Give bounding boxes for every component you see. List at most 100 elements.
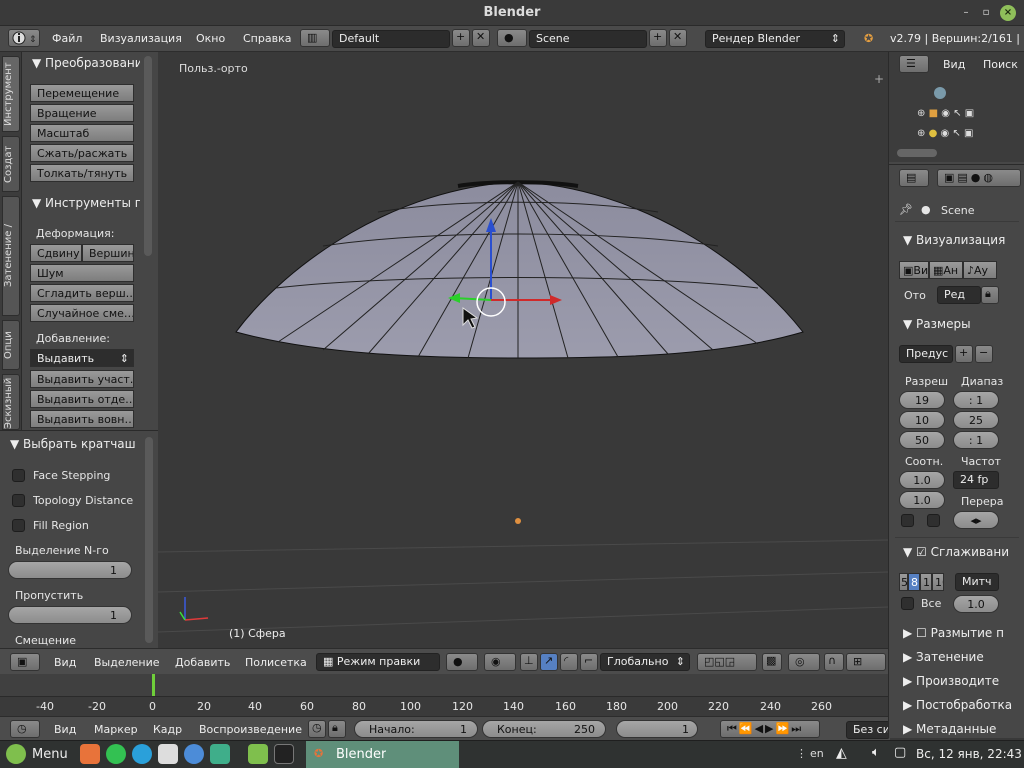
outliner-row-lamp[interactable]: ⊕ ● ◉ ↖ ▣ <box>917 128 1017 142</box>
translate-button[interactable]: Перемещение <box>30 84 134 102</box>
outliner-row-camera[interactable]: ⊕ ■ ◉ ↖ ▣ <box>917 108 1017 122</box>
extrude-region-button[interactable]: Выдавить участ… <box>30 370 134 388</box>
dome-mesh[interactable] <box>235 180 804 359</box>
filter-size-field[interactable]: 1.0 <box>953 595 999 613</box>
proportional-edit-select[interactable]: ◎ <box>788 653 820 671</box>
render-image-button[interactable]: ▣Ви <box>899 261 929 279</box>
aa-samples-11[interactable]: 11 <box>920 573 932 591</box>
notification-icon[interactable]: ▢ <box>894 745 906 760</box>
minimize-button[interactable]: – <box>958 5 974 21</box>
operator-scrollbar[interactable] <box>145 437 153 643</box>
menu-frame[interactable]: Кадр <box>153 723 182 736</box>
topology-distance-checkbox[interactable] <box>12 494 25 507</box>
outliner-menu-view[interactable]: Вид <box>943 58 965 71</box>
antialiasing-panel-header[interactable]: ▼ ☑ Сглаживани <box>903 545 1021 559</box>
extrude-individual-button[interactable]: Выдавить отде… <box>30 390 134 408</box>
taskbar-app-blender[interactable]: ✪ Blender <box>306 741 459 768</box>
smooth-vertex-button[interactable]: Сгладить верш… <box>30 284 134 302</box>
mint-logo-icon[interactable] <box>6 744 26 764</box>
randomize-button[interactable]: Случайное сме… <box>30 304 134 322</box>
aa-filter-select[interactable]: Митч <box>955 573 999 591</box>
outliner-menu-search[interactable]: Поиск <box>983 58 1018 71</box>
aspect-x-field[interactable]: 1.0 <box>899 471 945 489</box>
aspect-y-field[interactable]: 1.0 <box>899 491 945 509</box>
noise-button[interactable]: Шум <box>30 264 134 282</box>
dimensions-panel-header[interactable]: ▼ Размеры <box>903 317 1021 331</box>
menu-add[interactable]: Добавить <box>175 656 230 669</box>
files-manager-icon[interactable] <box>210 744 230 764</box>
info-editor-type[interactable]: ⇕ <box>8 29 40 47</box>
render-engine-select[interactable]: Рендер Blender ⇕ <box>705 30 845 48</box>
keyboard-layout[interactable]: en <box>810 747 824 760</box>
snap-element-select[interactable]: ⊞ <box>846 653 886 671</box>
lock-range-button[interactable]: 🔒︎ <box>328 720 346 738</box>
nth-selection-field[interactable]: 1 <box>8 561 132 579</box>
motion-blur-checkbox-icon[interactable]: ☐ <box>916 626 931 640</box>
scene-type-button[interactable]: ● <box>497 29 527 47</box>
motion-blur-panel-header[interactable]: ▶ ☐ Размытие п <box>903 626 1021 640</box>
full-sample-checkbox[interactable] <box>901 597 914 610</box>
outliner-scrollbar[interactable] <box>897 149 937 157</box>
editor-type-button[interactable]: ▣ <box>10 653 40 671</box>
menu-button-label[interactable]: Menu <box>32 747 68 762</box>
time-remap-field[interactable]: ◂▸ <box>953 511 999 529</box>
select-mode-buttons[interactable]: ◰◱◲ <box>697 653 757 671</box>
blender-launcher-icon[interactable] <box>80 744 100 764</box>
manipulator-toggle[interactable]: ⊥ <box>520 653 538 671</box>
display-select[interactable]: Ред <box>937 286 981 304</box>
current-frame-field[interactable]: 1 <box>616 720 698 738</box>
aa-samples-16[interactable]: 16 <box>932 573 944 591</box>
telegram-icon[interactable] <box>132 744 152 764</box>
tab-grease-pencil[interactable]: Эскизный каранд <box>2 374 20 430</box>
add-preset-button[interactable]: + <box>955 345 973 363</box>
tool-shelf-scrollbar[interactable] <box>144 56 152 256</box>
orientation-select[interactable]: Глобально ⇕ <box>600 653 690 671</box>
render-animation-button[interactable]: ▦Ан <box>929 261 963 279</box>
pin-icon[interactable]: 📌︎ <box>899 203 913 216</box>
face-stepping-checkbox[interactable] <box>12 469 25 482</box>
frame-end-field[interactable]: 25 <box>953 411 999 429</box>
vertex-slide-button[interactable]: Вершин <box>82 244 134 262</box>
properties-editor-type[interactable]: ▤ <box>899 169 929 187</box>
rotate-button[interactable]: Вращение <box>30 104 134 122</box>
unity-tray-icon[interactable]: ◭ <box>836 745 847 761</box>
layout-name-field[interactable]: Default <box>332 30 450 48</box>
snap-toggle[interactable]: ∩ <box>824 653 844 671</box>
crop-checkbox[interactable] <box>927 514 940 527</box>
transform-panel-header[interactable]: ▼ Преобразовани <box>32 56 140 70</box>
aa-samples-5[interactable]: 5 <box>899 573 908 591</box>
volume-icon[interactable]: 🔈︎ <box>872 745 880 760</box>
shrink-fatten-button[interactable]: Сжать/расжать <box>30 144 134 162</box>
maximize-button[interactable]: ▫ <box>978 5 994 21</box>
properties-context-tabs[interactable]: ▣▤●◍ <box>937 169 1021 187</box>
timeline-area[interactable]: -40 -20 0 20 40 60 80 100 120 140 160 18… <box>0 674 890 716</box>
shading-panel-header[interactable]: ▶ Затенение <box>903 650 1021 664</box>
remove-layout-button[interactable]: ✕ <box>472 29 490 47</box>
antialiasing-checkbox-icon[interactable]: ☑ <box>916 545 931 559</box>
remove-preset-button[interactable]: − <box>975 345 993 363</box>
playback-controls[interactable]: ⏮⏪◀▶⏩⏭ <box>720 720 820 738</box>
close-button[interactable]: × <box>1000 5 1016 21</box>
mode-select[interactable]: ▦ Режим правки <box>316 653 440 671</box>
rotate-manipulator-button[interactable]: ◜ <box>560 653 578 671</box>
metadata-panel-header[interactable]: ▶ Метаданные <box>903 722 1021 736</box>
resolution-percent-field[interactable]: 50 <box>899 431 945 449</box>
pivot-select[interactable]: ◉ <box>484 653 516 671</box>
menu-playback[interactable]: Воспроизведение <box>199 723 302 736</box>
postprocessing-panel-header[interactable]: ▶ Постобработка <box>903 698 1021 712</box>
menu-view[interactable]: Вид <box>54 723 76 736</box>
more-icon[interactable]: ⋮ <box>796 747 807 760</box>
render-preset-select[interactable]: Предус <box>899 345 953 363</box>
render-panel-header[interactable]: ▼ Визуализация <box>903 233 1021 247</box>
menu-file[interactable]: Файл <box>52 32 82 45</box>
aa-samples-8[interactable]: 8 <box>908 573 920 591</box>
tab-shading[interactable]: Затенение / <box>2 196 20 316</box>
frame-end-field[interactable]: Конец: 250 <box>482 720 606 738</box>
clock[interactable]: Вс, 12 янв, 22:43 <box>916 747 1022 761</box>
resolution-y-field[interactable]: 10 <box>899 411 945 429</box>
render-audio-button[interactable]: ♪Ау <box>963 261 997 279</box>
tab-tools[interactable]: Инструмент <box>2 56 20 132</box>
terminal-icon[interactable] <box>274 744 294 764</box>
scale-manipulator-button[interactable]: ⌐ <box>580 653 598 671</box>
3d-viewport[interactable]: Польз.-орто + (1) Сфера <box>158 52 888 648</box>
